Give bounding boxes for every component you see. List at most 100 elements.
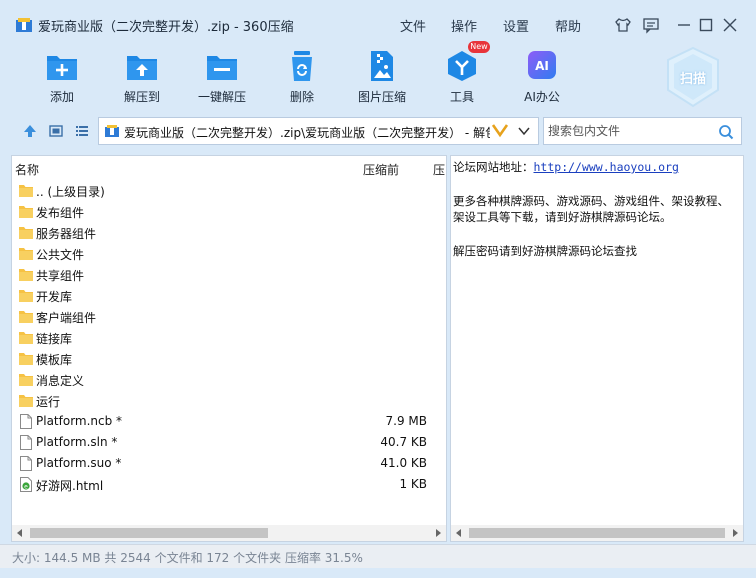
svg-text:e: e bbox=[24, 483, 28, 490]
thumbnail-view-icon[interactable] bbox=[48, 123, 64, 139]
image-compress-button[interactable]: 图片压缩 bbox=[344, 50, 420, 110]
file-name: Platform.sln * bbox=[36, 435, 118, 449]
comment-site-link[interactable]: http://www.haoyou.org bbox=[534, 160, 679, 174]
file-list-header: 名称 压缩前 压 bbox=[12, 156, 446, 178]
tools-label: 工具 bbox=[449, 90, 474, 104]
file-name: 模板库 bbox=[36, 353, 73, 367]
file-size: 7.9 MB bbox=[385, 414, 427, 428]
close-icon[interactable] bbox=[721, 16, 739, 34]
folder-icon bbox=[19, 206, 33, 218]
menu-file[interactable]: 文件 bbox=[400, 16, 426, 35]
status-text: 大小: 144.5 MB 共 2544 个文件和 172 个文件夹 压缩率 31… bbox=[12, 551, 363, 565]
scan-button[interactable]: 扫描 bbox=[664, 46, 722, 108]
file-size: 1 KB bbox=[399, 477, 427, 491]
image-compress-icon bbox=[371, 51, 393, 81]
one-click-extract-button[interactable]: 一键解压 bbox=[184, 50, 260, 110]
file-icon bbox=[20, 435, 32, 450]
list-view-icon[interactable] bbox=[74, 123, 90, 139]
menu-help[interactable]: 帮助 bbox=[555, 16, 581, 35]
column-header-original-size[interactable]: 压缩前 bbox=[363, 161, 399, 178]
file-list-row[interactable]: 模板库 bbox=[12, 348, 446, 369]
folder-icon bbox=[19, 185, 33, 197]
comment-site-line: 论坛网站地址：http://www.haoyou.org bbox=[453, 159, 679, 175]
up-arrow-icon[interactable] bbox=[22, 123, 38, 139]
extract-to-button[interactable]: 解压到 bbox=[104, 50, 180, 110]
ai-office-label: AI办公 bbox=[524, 90, 560, 104]
archive-path: 爱玩商业版（二次完整开发）.zip\爱玩商业版（二次完整开发） - 解包 bbox=[124, 126, 490, 140]
file-list-row[interactable]: 消息定义 bbox=[12, 369, 446, 390]
file-list-row[interactable]: .. (上级目录) bbox=[12, 180, 446, 201]
comment-scrollbar[interactable] bbox=[451, 525, 743, 541]
file-name: 好游网.html bbox=[36, 479, 104, 493]
scroll-left-arrow[interactable] bbox=[456, 529, 461, 537]
folder-icon bbox=[19, 395, 33, 407]
file-icon bbox=[20, 456, 32, 471]
file-list-row[interactable]: 发布组件 bbox=[12, 201, 446, 222]
file-list-row[interactable]: 开发库 bbox=[12, 285, 446, 306]
file-list-row[interactable]: 运行 bbox=[12, 390, 446, 411]
folder-icon bbox=[19, 311, 33, 323]
archive-comment-pane: 论坛网站地址：http://www.haoyou.org 更多各种棋牌源码、游戏… bbox=[450, 155, 744, 542]
minimize-icon[interactable] bbox=[675, 16, 693, 34]
delete-icon bbox=[292, 51, 312, 81]
tools-button[interactable]: 工具 bbox=[424, 50, 500, 110]
file-list-pane: 名称 压缩前 压 .. (上级目录) 发布组件服务器组件公共文件共享组件开发库客户… bbox=[11, 155, 447, 542]
folder-icon bbox=[19, 353, 33, 365]
title-bar: 爱玩商业版（二次完整开发）.zip - 360压缩 文件 操作 设置 帮助 bbox=[0, 0, 756, 46]
history-dropdown-icon[interactable] bbox=[491, 121, 509, 139]
new-badge: New bbox=[468, 41, 490, 53]
scroll-right-arrow[interactable] bbox=[733, 529, 738, 537]
file-list-row[interactable]: 链接库 bbox=[12, 327, 446, 348]
file-list-row[interactable]: Platform.suo * 41.0 KB bbox=[12, 453, 446, 474]
file-size: 40.7 KB bbox=[380, 435, 427, 449]
file-name: 运行 bbox=[36, 395, 61, 409]
file-list-row[interactable]: 客户端组件 bbox=[12, 306, 446, 327]
scan-label: 扫描 bbox=[679, 72, 706, 87]
search-box bbox=[543, 117, 742, 145]
skin-icon[interactable] bbox=[614, 16, 632, 34]
file-list-row[interactable]: Platform.sln * 40.7 KB bbox=[12, 432, 446, 453]
folder-icon bbox=[19, 374, 33, 386]
folder-icon bbox=[19, 290, 33, 302]
file-list-row[interactable]: e 好游网.html 1 KB bbox=[12, 474, 446, 495]
address-bar[interactable]: 爱玩商业版（二次完整开发）.zip\爱玩商业版（二次完整开发） - 解包 bbox=[98, 117, 539, 145]
archive-icon bbox=[105, 125, 119, 137]
svg-text:AI: AI bbox=[535, 59, 549, 73]
status-bar: 大小: 144.5 MB 共 2544 个文件和 172 个文件夹 压缩率 31… bbox=[0, 544, 756, 568]
feedback-icon[interactable] bbox=[642, 16, 660, 34]
window-title: 爱玩商业版（二次完整开发）.zip - 360压缩 bbox=[38, 20, 294, 35]
maximize-icon[interactable] bbox=[697, 16, 715, 34]
menu-operate[interactable]: 操作 bbox=[451, 16, 477, 35]
file-list-row[interactable]: 公共文件 bbox=[12, 243, 446, 264]
file-name: 发布组件 bbox=[36, 206, 85, 220]
scroll-thumb[interactable] bbox=[469, 528, 725, 538]
column-header-name[interactable]: 名称 bbox=[15, 161, 39, 178]
menu-settings[interactable]: 设置 bbox=[503, 16, 529, 35]
scroll-thumb[interactable] bbox=[30, 528, 268, 538]
file-name: .. (上级目录) bbox=[36, 185, 105, 199]
file-name: 共享组件 bbox=[36, 269, 85, 283]
html-file-icon: e bbox=[20, 477, 32, 492]
column-header-compressed[interactable]: 压 bbox=[433, 161, 445, 178]
image-compress-label: 图片压缩 bbox=[357, 90, 406, 104]
ai-office-button[interactable]: AI AI办公 bbox=[504, 50, 580, 110]
add-button[interactable]: 添加 bbox=[24, 50, 100, 110]
file-name: 链接库 bbox=[36, 332, 73, 346]
file-name: 公共文件 bbox=[36, 248, 85, 262]
file-name: Platform.ncb * bbox=[36, 414, 123, 428]
scroll-right-arrow[interactable] bbox=[436, 529, 441, 537]
delete-button[interactable]: 删除 bbox=[264, 50, 340, 110]
folder-icon bbox=[19, 332, 33, 344]
extract-to-icon bbox=[127, 56, 157, 80]
search-icon[interactable] bbox=[718, 124, 734, 140]
ai-office-icon: AI bbox=[528, 51, 556, 79]
scroll-left-arrow[interactable] bbox=[17, 529, 22, 537]
file-name: 客户端组件 bbox=[36, 311, 97, 325]
comment-line-3: 架设工具等下载，请到好游棋牌源码论坛。 bbox=[453, 210, 672, 224]
chevron-down-icon[interactable] bbox=[517, 125, 531, 137]
file-list-row[interactable]: 共享组件 bbox=[12, 264, 446, 285]
file-list-row[interactable]: Platform.ncb * 7.9 MB bbox=[12, 411, 446, 432]
file-list-row[interactable]: 服务器组件 bbox=[12, 222, 446, 243]
search-input[interactable] bbox=[544, 118, 714, 144]
file-list-scrollbar[interactable] bbox=[12, 525, 446, 541]
